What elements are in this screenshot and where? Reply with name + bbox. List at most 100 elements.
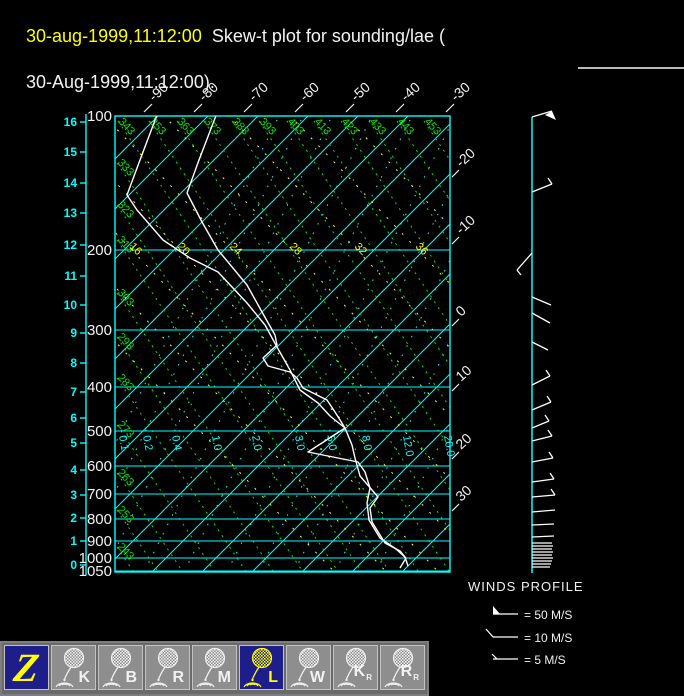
wind-barb — [531, 523, 555, 526]
height-tick-label: 6 — [70, 411, 77, 425]
theta-label-left: 333 — [115, 157, 136, 179]
toolbar-button-k[interactable]: K — [51, 645, 96, 690]
mixing-ratio-label: 0.1 — [116, 434, 130, 451]
right-temp-tick — [451, 383, 460, 392]
theta-label-left: 283 — [115, 372, 136, 394]
isotherm-line — [401, 523, 450, 572]
moist-adiabat-label: 36 — [413, 241, 430, 258]
height-tick-label: 0 — [70, 558, 77, 572]
right-temp-tick — [451, 503, 460, 512]
toolbar-button-label: W — [309, 669, 325, 686]
bottom-toolbar: Z K B R M L W KR RR — [0, 641, 429, 696]
theta-label-top: 403 — [285, 116, 306, 138]
mixing-ratio-label: 0.4 — [169, 434, 183, 451]
wind-barb-feather — [545, 369, 551, 377]
top-temp-label: -30 — [447, 79, 473, 105]
theta-label-left: 243 — [115, 541, 136, 563]
mixing-ratio-label: 2.0 — [249, 434, 263, 451]
isotherm-line — [115, 116, 309, 310]
wind-barb-feather — [547, 429, 553, 437]
pressure-label: 800 — [87, 511, 112, 528]
mixing-ratio-label: 3.0 — [292, 434, 306, 451]
toolbar-button-m[interactable]: M — [192, 645, 237, 690]
pressure-label: 700 — [87, 486, 112, 503]
toolbar-button-sublabel: R — [366, 673, 372, 682]
wind-barb — [531, 435, 553, 442]
height-tick-label: 11 — [64, 269, 77, 283]
wind-barb — [531, 341, 549, 351]
mixing-ratio-line — [115, 116, 333, 552]
height-tick-label: 14 — [64, 176, 78, 190]
pressure-label: 500 — [87, 423, 112, 440]
legend-label: = 50 M/S — [524, 608, 572, 622]
winds-profile-title: WINDS PROFILE — [468, 579, 584, 594]
mixing-ratio-line — [115, 116, 280, 446]
mixing-ratio-line — [334, 340, 450, 572]
pressure-label: 300 — [87, 322, 112, 339]
mixing-ratio-label: 12.0 — [400, 434, 416, 457]
theta-label-top: 413 — [312, 116, 333, 138]
mixing-ratio-line — [183, 116, 413, 572]
pressure-label: 400 — [87, 379, 112, 396]
wind-barb-feather — [548, 451, 554, 459]
pressure-label: 1050 — [79, 563, 112, 580]
height-tick-label: 9 — [70, 326, 77, 340]
height-tick-label: 13 — [64, 206, 78, 220]
height-tick-label: 10 — [64, 298, 78, 312]
toolbar-button-l[interactable]: L — [239, 645, 284, 690]
right-temp-label: -20 — [452, 145, 478, 171]
toolbar-button-b[interactable]: B — [98, 645, 143, 690]
wind-barb — [531, 494, 556, 498]
right-temp-tick — [451, 169, 460, 178]
height-tick-label: 3 — [70, 488, 77, 502]
toolbar-button-rr[interactable]: RR — [380, 645, 425, 690]
theta-label-left: 263 — [115, 467, 136, 489]
wind-barb — [531, 183, 553, 193]
mixing-ratio-label: 1.0 — [209, 434, 223, 451]
radiosonde-balloon-icon — [149, 647, 179, 688]
moist-adiabat-label: 32 — [352, 241, 369, 258]
pressure-label: 900 — [87, 533, 112, 550]
right-temp-label: 30 — [452, 482, 474, 504]
isotherm-line — [301, 423, 450, 572]
height-tick-label: 4 — [70, 463, 77, 477]
mixing-ratio-line — [375, 422, 450, 572]
toolbar-button-r[interactable]: R — [145, 645, 190, 690]
toolbar-button-label: M — [217, 669, 231, 686]
isotherm-line — [115, 116, 409, 410]
toolbar-button-label: L — [268, 669, 278, 686]
toolbar-button-kr[interactable]: KR — [333, 645, 378, 690]
legend-half-barb-symbol — [491, 653, 498, 660]
toolbar-button-z-logo[interactable]: Z — [4, 645, 49, 690]
wind-barb — [516, 252, 533, 271]
toolbar-button-label: R — [172, 669, 184, 686]
toolbar-button-label: B — [125, 669, 137, 686]
legend-flag-symbol — [493, 606, 500, 614]
wind-barb-feather — [549, 472, 555, 480]
wind-barb — [531, 457, 554, 463]
title-datetime: 30-aug-1999,11:12:00 — [26, 26, 202, 46]
theta-label-top: 383 — [230, 116, 251, 138]
plot-title: 30-aug-1999,11:12:00 Skew-t plot for sou… — [6, 2, 445, 117]
radiosonde-balloon-icon — [243, 647, 273, 688]
top-temp-tick — [445, 103, 455, 113]
toolbar-button-w[interactable]: W — [286, 645, 331, 690]
wind-barb — [531, 312, 551, 324]
legend-full-barb-symbol — [485, 628, 494, 638]
moist-adiabat-label: 28 — [287, 241, 304, 258]
moist-adiabat-label: 24 — [227, 241, 244, 258]
height-tick-label: 1 — [70, 534, 77, 548]
wind-barb — [531, 296, 552, 306]
theta-label-left: 323 — [115, 199, 136, 221]
right-temp-tick — [451, 236, 460, 245]
height-tick-label: 15 — [64, 145, 78, 159]
wind-barb — [531, 401, 552, 411]
theta-label-left: 293 — [115, 331, 136, 353]
wind-barb-feather — [516, 269, 522, 276]
wind-barb-feather — [550, 488, 556, 496]
dewpoint-trace — [126, 116, 407, 569]
height-tick-label: 12 — [64, 238, 78, 252]
mixing-ratio-line — [293, 258, 450, 572]
theta-label-top: 393 — [257, 116, 278, 138]
toolbar-button-label: KR — [353, 662, 372, 682]
